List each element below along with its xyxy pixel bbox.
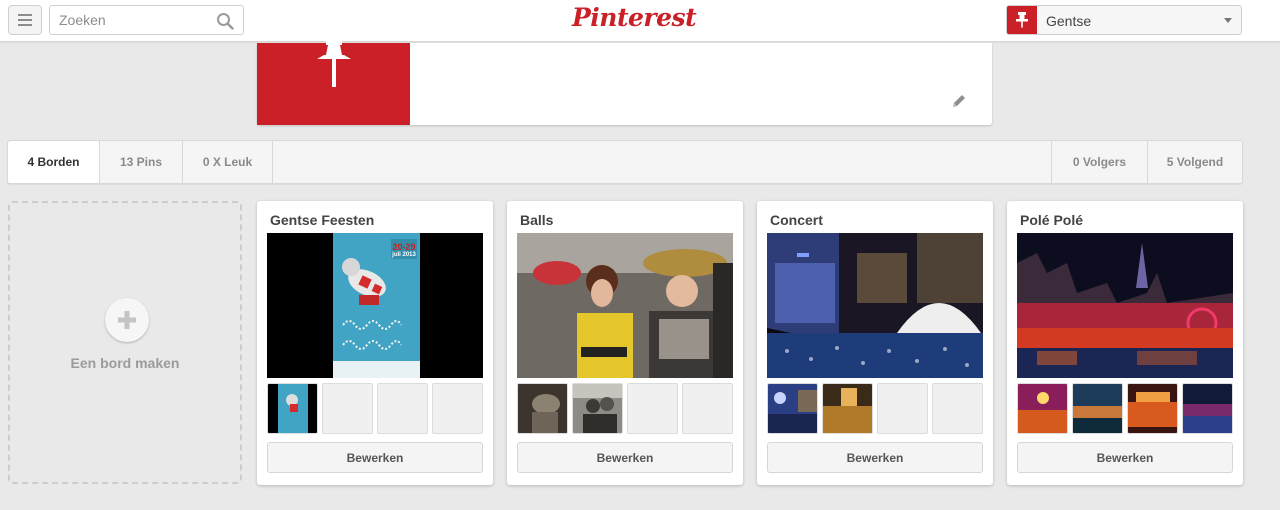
thumbnail-empty — [682, 383, 733, 434]
board-title[interactable]: Balls — [520, 212, 553, 228]
search-icon[interactable] — [216, 12, 234, 30]
hamburger-icon — [18, 14, 32, 16]
thumbnail[interactable] — [1182, 383, 1233, 434]
board-card[interactable]: Polé Polé Bewerken — [1007, 201, 1243, 485]
board-title[interactable]: Polé Polé — [1020, 212, 1083, 228]
menu-button[interactable] — [8, 5, 42, 35]
edit-board-button[interactable]: Bewerken — [517, 442, 733, 473]
poster-text: 20-29 juli 2013 — [392, 242, 416, 259]
thumbnail[interactable] — [267, 383, 318, 434]
board-thumbnails — [517, 383, 733, 434]
thumbnail-empty — [377, 383, 428, 434]
board-card[interactable]: Concert Bewerken — [757, 201, 993, 485]
thumbnail[interactable] — [822, 383, 873, 434]
board-title[interactable]: Gentse Feesten — [270, 212, 374, 228]
board-selector[interactable]: Gentse — [1006, 5, 1242, 35]
board-title[interactable]: Concert — [770, 212, 823, 228]
thumbnail[interactable] — [1127, 383, 1178, 434]
thumbnail[interactable] — [1017, 383, 1068, 434]
thumbnail[interactable] — [767, 383, 818, 434]
board-thumbnails — [767, 383, 983, 434]
edit-board-button[interactable]: Bewerken — [767, 442, 983, 473]
tab-following[interactable]: 5 Volgend — [1147, 141, 1242, 183]
board-thumbnails — [1017, 383, 1233, 434]
pinterest-logo[interactable]: Pinterest — [572, 3, 697, 32]
search-box — [49, 5, 244, 35]
thumbnail-empty — [627, 383, 678, 434]
pushpin-icon — [1007, 6, 1037, 34]
tab-followers[interactable]: 0 Volgers — [1051, 141, 1147, 183]
pushpin-icon — [316, 41, 351, 87]
tab-boards[interactable]: 4 Borden — [8, 141, 100, 183]
thumbnail-empty — [322, 383, 373, 434]
board-thumbnails — [267, 383, 483, 434]
pencil-icon[interactable] — [950, 92, 968, 110]
create-board-card[interactable]: Een bord maken — [8, 201, 242, 484]
avatar — [257, 41, 410, 125]
board-cover-image[interactable] — [767, 233, 983, 378]
board-cover-image[interactable]: 20-29 juli 2013 — [267, 233, 483, 378]
thumbnail-empty — [432, 383, 483, 434]
profile-card — [257, 41, 992, 125]
plus-icon[interactable] — [105, 298, 149, 342]
top-bar: Pinterest Gentse — [0, 0, 1280, 42]
thumbnail-empty — [932, 383, 983, 434]
board-cover-image[interactable] — [1017, 233, 1233, 378]
thumbnail-empty — [877, 383, 928, 434]
board-card[interactable]: Balls Bewerken — [507, 201, 743, 485]
chevron-down-icon — [1224, 18, 1232, 23]
board-card[interactable]: Gentse Feesten 20-29 juli 2013 Bewerken — [257, 201, 493, 485]
thumbnail[interactable] — [572, 383, 623, 434]
tab-pins[interactable]: 13 Pins — [100, 141, 183, 183]
search-input[interactable] — [50, 6, 210, 34]
board-cover-image[interactable] — [517, 233, 733, 378]
create-board-label: Een bord maken — [70, 355, 180, 371]
board-selector-label: Gentse — [1046, 13, 1092, 29]
thumbnail[interactable] — [517, 383, 568, 434]
profile-stats-bar: 4 Borden 13 Pins 0 X Leuk 0 Volgers 5 Vo… — [7, 140, 1243, 184]
tab-likes[interactable]: 0 X Leuk — [183, 141, 273, 183]
edit-board-button[interactable]: Bewerken — [1017, 442, 1233, 473]
edit-board-button[interactable]: Bewerken — [267, 442, 483, 473]
thumbnail[interactable] — [1072, 383, 1123, 434]
